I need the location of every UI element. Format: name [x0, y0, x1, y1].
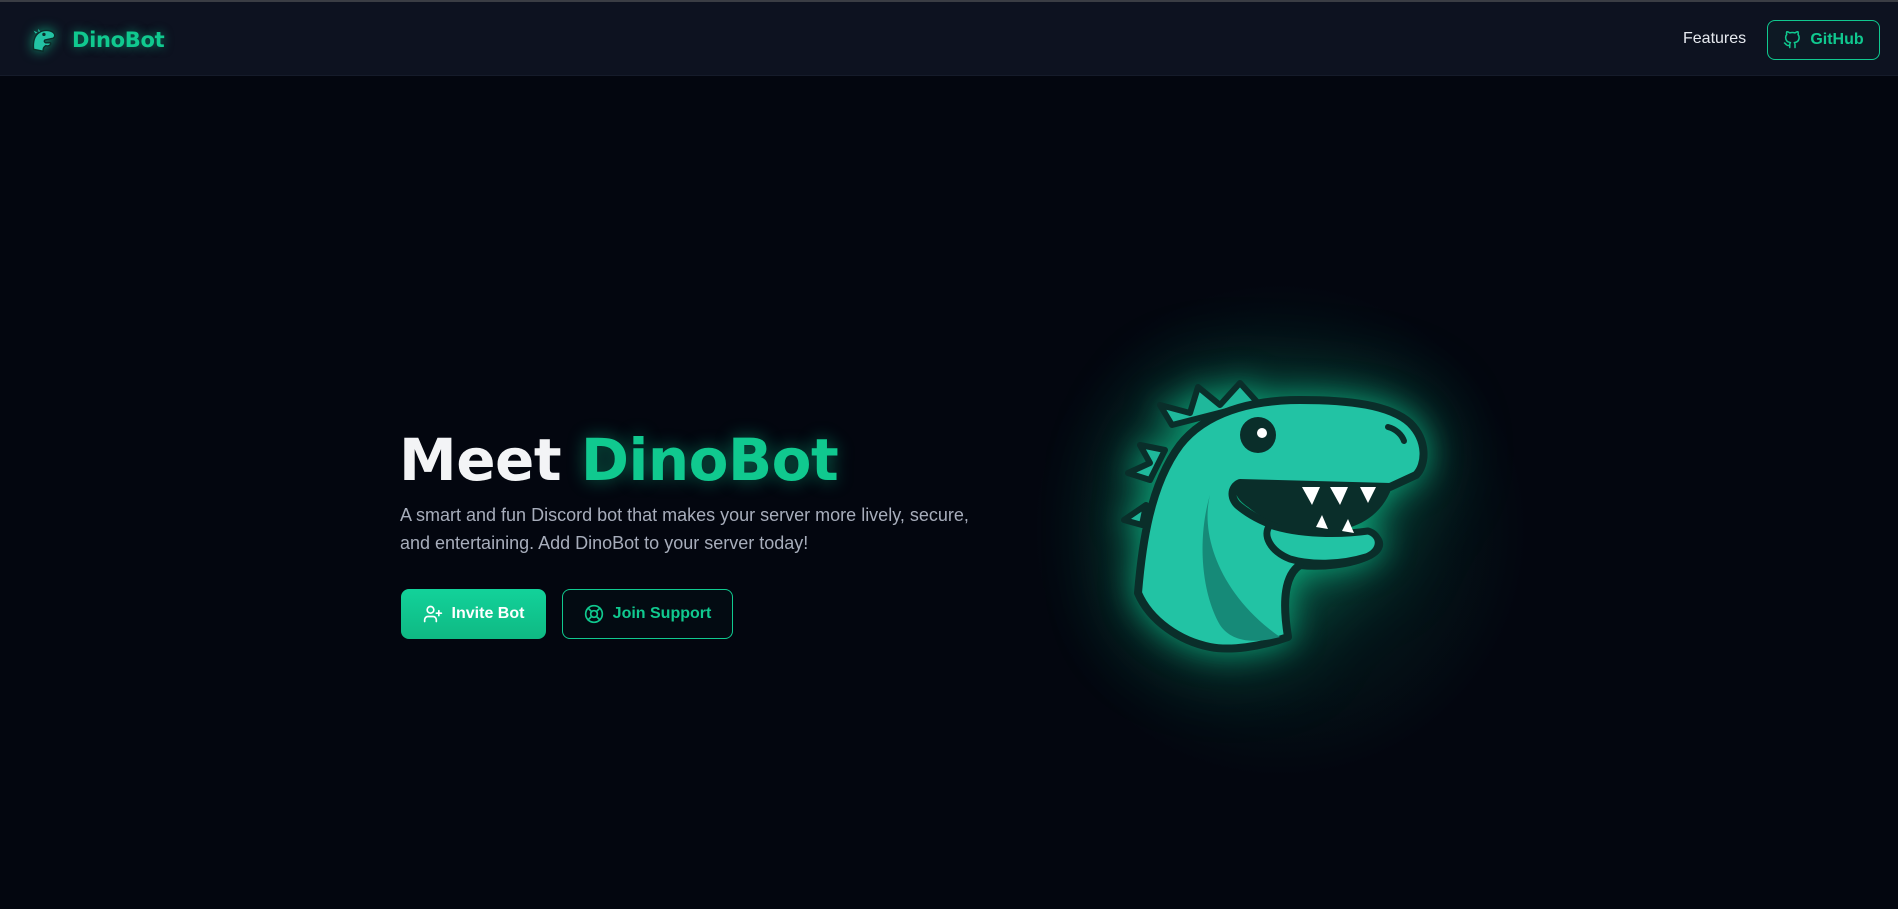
hero-title: Meet DinoBot	[399, 420, 839, 500]
brand-link[interactable]: DinoBot	[28, 22, 165, 58]
navbar: DinoBot Features GitHub	[0, 2, 1898, 76]
user-plus-icon	[423, 605, 442, 623]
invite-bot-label: Invite Bot	[451, 605, 525, 622]
github-button[interactable]: GitHub	[1767, 20, 1880, 60]
nav-link-features[interactable]: Features	[1683, 30, 1746, 48]
dino-logo-icon	[32, 28, 56, 53]
hero-title-prefix: Meet	[399, 426, 581, 494]
github-icon	[1784, 31, 1801, 49]
join-support-button[interactable]: Join Support	[562, 589, 733, 639]
hero-title-accent: DinoBot	[580, 426, 839, 494]
join-support-label: Join Support	[612, 605, 712, 622]
dino-mascot-image	[1121, 380, 1428, 653]
github-button-label: GitHub	[1810, 31, 1864, 48]
invite-bot-button[interactable]: Invite Bot	[401, 589, 546, 639]
lifebuoy-icon	[584, 604, 603, 624]
hero-subtitle: A smart and fun Discord bot that makes y…	[400, 505, 969, 553]
brand-name: DinoBot	[72, 28, 165, 52]
